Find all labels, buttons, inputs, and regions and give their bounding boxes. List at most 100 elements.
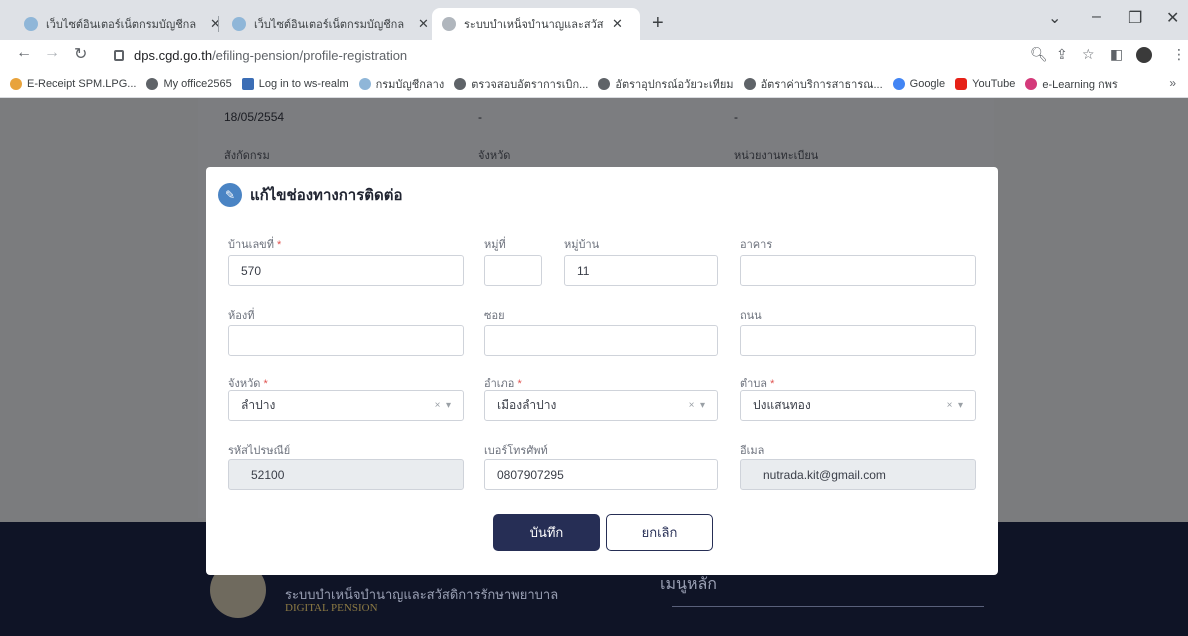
bookmark-label: YouTube — [972, 77, 1016, 90]
globe-icon — [743, 77, 756, 90]
close-tab-icon[interactable]: ✕ — [418, 16, 429, 32]
bookmark-item[interactable]: Google — [892, 77, 946, 90]
menu-kebab-icon[interactable]: ⋮ — [1172, 46, 1186, 63]
soi-label: ซอย — [484, 310, 505, 322]
required-mark: * — [277, 239, 282, 251]
bookmark-label: ตรวจสอบอัตราการเบิก... — [471, 78, 589, 91]
chevron-down-icon[interactable]: ▾ — [446, 400, 451, 411]
bookmark-label: E-Receipt SPM.LPG... — [27, 77, 137, 90]
dash-value: - — [734, 110, 738, 124]
globe-icon — [598, 77, 611, 90]
bookmark-item[interactable]: อัตราค่าบริการสาธารณ... — [743, 75, 883, 93]
more-bookmarks-icon[interactable]: » — [1169, 76, 1176, 90]
email-label: อีเมล — [740, 445, 765, 457]
unit-label: หน่วยงานทะเบียน — [734, 150, 819, 162]
bookmark-item[interactable]: e-Learning กพร — [1025, 75, 1118, 93]
bookmark-item[interactable]: กรมบัญชีกลาง — [358, 75, 445, 93]
tab-search-icon[interactable]: ⌄ — [1048, 8, 1061, 28]
required-mark: * — [263, 378, 268, 390]
lock-icon — [114, 49, 124, 61]
chevron-down-icon[interactable]: ▾ — [958, 400, 963, 411]
select-value: เมืองลำปาง — [497, 398, 557, 412]
moo-input[interactable] — [484, 255, 542, 286]
reload-icon[interactable]: ↻ — [74, 44, 87, 64]
road-label: ถนน — [740, 310, 762, 322]
modal-title: แก้ไขช่องทางการติดต่อ — [250, 187, 403, 204]
select-controls: × ▾ — [947, 400, 963, 411]
bookmark-label: Log in to ws-realm — [258, 77, 349, 90]
bookmark-favicon-icon — [241, 77, 254, 90]
footer-subtitle: DIGITAL PENSION — [285, 602, 378, 614]
phone-label: เบอร์โทรศัพท์ — [484, 445, 548, 457]
address-bar[interactable]: dps.cgd.go.th /efiling-pension/profile-r… — [106, 43, 1106, 67]
bookmark-label: อัตราค่าบริการสาธารณ... — [760, 78, 883, 91]
globe-icon — [454, 77, 467, 90]
forward-icon[interactable]: → — [44, 44, 60, 62]
bookmark-label: อัตราอุปกรณ์อวัยวะเทียม — [615, 78, 734, 91]
url-path: /efiling-pension/profile-registration — [212, 47, 408, 63]
bookmark-item[interactable]: ตรวจสอบอัตราการเบิก... — [454, 75, 588, 93]
browser-tab-active[interactable]: ระบบบำเหน็จบำนาญและสวัสดิการรักษ ✕ — [432, 8, 640, 40]
restore-icon[interactable]: ❐ — [1128, 8, 1142, 28]
browser-tab[interactable]: เว็บไซต์อินเตอร์เน็ตกรมบัญชีกลาง ✕ — [14, 8, 231, 40]
room-input[interactable] — [228, 325, 464, 356]
close-tab-icon[interactable]: ✕ — [612, 16, 623, 32]
district-select[interactable]: เมืองลำปาง × ▾ — [484, 390, 718, 421]
bookmark-favicon-icon — [358, 77, 371, 90]
bookmark-item[interactable]: My office2565 — [146, 77, 232, 90]
clear-icon[interactable]: × — [689, 400, 695, 411]
village-input[interactable] — [564, 255, 718, 286]
browser-toolbar: ← → ↻ dps.cgd.go.th /efiling-pension/pro… — [0, 40, 1188, 70]
subdistrict-select[interactable]: ปงแสนทอง × ▾ — [740, 390, 976, 421]
bookmark-item[interactable]: อัตราอุปกรณ์อวัยวะเทียม — [598, 75, 734, 93]
phone-input[interactable] — [484, 459, 718, 490]
side-panel-icon[interactable]: ◧ — [1110, 46, 1123, 63]
road-input[interactable] — [740, 325, 976, 356]
label-text: ตำบล — [740, 378, 768, 390]
chevron-down-icon[interactable]: ▾ — [700, 400, 705, 411]
bookmarks-bar: E-Receipt SPM.LPG... My office2565 Log i… — [0, 70, 1188, 98]
bookmark-label: e-Learning กพร — [1042, 78, 1118, 91]
tab-title: เว็บไซต์อินเตอร์เน็ตกรมบัญชีกลาง — [254, 19, 404, 31]
required-mark: * — [517, 378, 522, 390]
bookmark-star-icon[interactable]: ☆ — [1082, 46, 1095, 63]
edit-contact-modal: ✎ แก้ไขช่องทางการติดต่อ บ้านเลขที่ * หมู… — [206, 167, 998, 575]
bookmark-item[interactable]: Log in to ws-realm — [241, 77, 349, 90]
label-text: อำเภอ — [484, 378, 515, 390]
clear-icon[interactable]: × — [435, 400, 441, 411]
zoom-icon[interactable]: 🔍︎ — [1030, 46, 1048, 63]
tab-divider — [218, 16, 219, 32]
room-label: ห้องที่ — [228, 310, 255, 322]
email-input — [740, 459, 976, 490]
footer-divider — [672, 606, 984, 607]
globe-icon — [146, 77, 159, 90]
profile-avatar[interactable] — [1136, 47, 1152, 63]
bookmark-label: Google — [909, 77, 946, 90]
bookmark-item[interactable]: YouTube — [955, 77, 1016, 90]
window-close-icon[interactable]: ✕ — [1166, 8, 1179, 28]
youtube-icon — [955, 77, 968, 90]
building-input[interactable] — [740, 255, 976, 286]
save-button[interactable]: บันทึก — [493, 514, 600, 551]
new-tab-icon[interactable]: + — [652, 12, 664, 35]
back-icon[interactable]: ← — [16, 44, 32, 62]
minimize-icon[interactable]: – — [1092, 8, 1101, 26]
postal-label: รหัสไปรษณีย์ — [228, 445, 291, 457]
village-label: หมู่บ้าน — [564, 239, 600, 251]
building-label: อาคาร — [740, 239, 773, 251]
browser-tab[interactable]: เว็บไซต์อินเตอร์เน็ตกรมบัญชีกลาง ✕ — [222, 8, 439, 40]
close-tab-icon[interactable]: ✕ — [210, 16, 221, 32]
house-no-input[interactable] — [228, 255, 464, 286]
bookmark-label: กรมบัญชีกลาง — [375, 78, 445, 91]
province-label: จังหวัด — [478, 150, 511, 162]
url-host: dps.cgd.go.th — [134, 47, 213, 63]
province-select[interactable]: ลำปาง × ▾ — [228, 390, 464, 421]
clear-icon[interactable]: × — [947, 400, 953, 411]
cancel-button[interactable]: ยกเลิก — [606, 514, 713, 551]
modal-header: ✎ แก้ไขช่องทางการติดต่อ — [218, 183, 403, 207]
share-icon[interactable]: ⇪ — [1056, 46, 1068, 63]
soi-input[interactable] — [484, 325, 718, 356]
required-mark: * — [770, 378, 775, 390]
bookmark-item[interactable]: E-Receipt SPM.LPG... — [10, 77, 137, 90]
tab-title: เว็บไซต์อินเตอร์เน็ตกรมบัญชีกลาง — [46, 19, 196, 31]
